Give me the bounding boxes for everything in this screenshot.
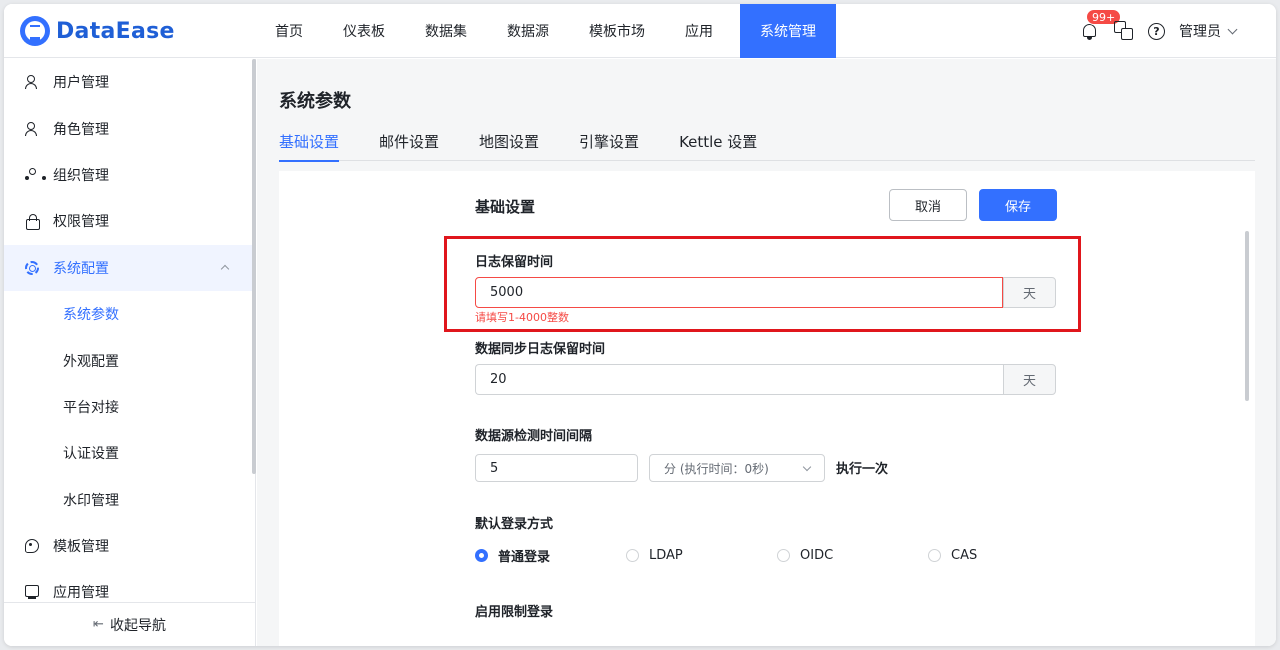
sidebar-item-label: 模板管理 xyxy=(53,539,109,556)
sidebar-item-role-management[interactable]: 角色管理 xyxy=(4,105,255,151)
save-button[interactable]: 保存 xyxy=(979,189,1057,221)
ds-check-unit-value: 分 (执行时间：0秒) xyxy=(664,461,769,476)
sidebar-item-permission-management[interactable]: 权限管理 xyxy=(4,198,255,244)
sidebar-item-platform-integration[interactable]: 平台对接 xyxy=(4,384,255,430)
radio-dot xyxy=(626,549,639,562)
section-title: 基础设置 xyxy=(475,198,536,216)
gear-icon xyxy=(25,260,39,275)
ds-check-interval-input[interactable]: 5 xyxy=(475,454,638,482)
collapse-nav-button[interactable]: ⇤ 收起导航 xyxy=(4,602,255,646)
sync-log-retention-unit: 天 xyxy=(1003,364,1056,395)
radio-cas[interactable]: CAS xyxy=(928,546,977,565)
tab-engine-settings[interactable]: 引擎设置 xyxy=(579,131,639,161)
sync-log-retention-label: 数据同步日志保留时间 xyxy=(475,342,606,357)
logo-icon xyxy=(20,16,50,46)
nav-template-market[interactable]: 模板市场 xyxy=(576,4,658,58)
logo-text: DataEase xyxy=(56,18,175,44)
translate-icon[interactable] xyxy=(1114,21,1134,41)
sync-log-retention-field: 20 天 xyxy=(475,364,1056,395)
card-scrollbar[interactable] xyxy=(1245,231,1249,401)
tab-map-settings[interactable]: 地图设置 xyxy=(479,131,539,161)
radio-normal-login[interactable]: 普通登录 xyxy=(475,546,626,565)
palette-icon xyxy=(25,539,39,554)
radio-label: LDAP xyxy=(649,548,683,563)
sidebar-item-auth-settings[interactable]: 认证设置 xyxy=(4,430,255,476)
ds-check-suffix-text: 执行一次 xyxy=(836,462,889,477)
top-header: DataEase 首页 仪表板 数据集 数据源 模板市场 应用 系统管理 99+… xyxy=(4,4,1276,58)
radio-label: CAS xyxy=(951,548,978,563)
sidebar-item-system-config[interactable]: 系统配置 xyxy=(4,244,255,291)
app-window: DataEase 首页 仪表板 数据集 数据源 模板市场 应用 系统管理 99+… xyxy=(4,4,1276,646)
sidebar-item-label: 应用管理 xyxy=(53,585,109,602)
sidebar-item-label: 用户管理 xyxy=(53,75,109,92)
user-icon xyxy=(25,75,39,90)
log-retention-label: 日志保留时间 xyxy=(475,255,554,270)
nav-dataset[interactable]: 数据集 xyxy=(412,4,480,58)
main-content: 系统参数 基础设置 邮件设置 地图设置 引擎设置 Kettle 设置 基础设置 … xyxy=(257,59,1276,646)
radio-label: 普通登录 xyxy=(498,550,551,565)
sidebar-item-template-management[interactable]: 模板管理 xyxy=(4,523,255,569)
settings-tabs: 基础设置 邮件设置 地图设置 引擎设置 Kettle 设置 xyxy=(279,131,1255,162)
org-icon xyxy=(25,167,46,182)
default-login-radio-group: 普通登录 LDAP OIDC CAS xyxy=(475,546,977,565)
cancel-button[interactable]: 取消 xyxy=(889,189,967,221)
sidebar-item-appearance[interactable]: 外观配置 xyxy=(4,337,255,383)
radio-oidc[interactable]: OIDC xyxy=(777,546,928,565)
log-retention-field: 5000 天 xyxy=(475,277,1056,308)
user-menu[interactable]: 管理员 xyxy=(1179,21,1221,41)
bell-icon[interactable]: 99+ xyxy=(1080,9,1122,41)
radio-ldap[interactable]: LDAP xyxy=(626,546,777,565)
sidebar-item-label: 角色管理 xyxy=(53,121,109,138)
top-nav: 首页 仪表板 数据集 数据源 模板市场 应用 系统管理 xyxy=(262,4,836,58)
role-icon xyxy=(25,121,39,136)
settings-card: 基础设置 取消 保存 日志保留时间 5000 天 请填写1-4000整数 数据同… xyxy=(279,171,1255,646)
chevron-down-icon[interactable] xyxy=(1227,24,1238,34)
nav-dashboard[interactable]: 仪表板 xyxy=(330,4,398,58)
page-title: 系统参数 xyxy=(279,91,351,112)
sidebar-item-org-management[interactable]: 组织管理 xyxy=(4,152,255,198)
sidebar-item-label: 系统配置 xyxy=(53,260,109,277)
sidebar-item-label: 权限管理 xyxy=(53,214,109,231)
tab-kettle-settings[interactable]: Kettle 设置 xyxy=(679,131,757,161)
ds-check-interval-label: 数据源检测时间间隔 xyxy=(475,429,593,444)
logo[interactable]: DataEase xyxy=(20,15,175,47)
radio-dot xyxy=(475,549,488,562)
collapse-nav-label: 收起导航 xyxy=(109,617,166,634)
sidebar-scrollbar[interactable] xyxy=(252,59,256,474)
tab-email-settings[interactable]: 邮件设置 xyxy=(379,131,439,161)
sync-log-retention-input[interactable]: 20 xyxy=(475,364,1003,395)
bell-body xyxy=(1083,24,1096,37)
default-login-label: 默认登录方式 xyxy=(475,517,554,532)
chevron-down-icon xyxy=(802,462,812,472)
tab-basic-settings[interactable]: 基础设置 xyxy=(279,131,340,162)
app-icon xyxy=(25,585,39,599)
header-actions: 99+ ? 管理员 xyxy=(1080,4,1238,58)
log-retention-input[interactable]: 5000 xyxy=(475,277,1003,308)
limit-login-label: 启用限制登录 xyxy=(475,605,554,620)
chevron-up-icon xyxy=(220,265,230,274)
sidebar-item-system-params[interactable]: 系统参数 xyxy=(4,291,255,337)
help-icon[interactable]: ? xyxy=(1148,22,1165,40)
nav-system-management[interactable]: 系统管理 xyxy=(740,4,836,58)
sidebar-item-user-management[interactable]: 用户管理 xyxy=(4,59,255,105)
sidebar: 用户管理 角色管理 组织管理 权限管理 系统配置 系统参数 外观配置 平台对接 … xyxy=(4,59,256,646)
radio-dot xyxy=(928,549,941,562)
nav-datasource[interactable]: 数据源 xyxy=(494,4,562,58)
radio-label: OIDC xyxy=(800,548,834,563)
bell-clapper xyxy=(1087,37,1092,40)
nav-apps[interactable]: 应用 xyxy=(672,4,726,58)
log-retention-error: 请填写1-4000整数 xyxy=(475,311,569,324)
lock-icon xyxy=(25,214,40,231)
translate-icon-front xyxy=(1121,28,1133,40)
collapse-icon: ⇤ xyxy=(93,617,104,632)
nav-home[interactable]: 首页 xyxy=(262,4,316,58)
sidebar-item-watermark[interactable]: 水印管理 xyxy=(4,477,255,523)
radio-dot xyxy=(777,549,790,562)
sidebar-item-label: 组织管理 xyxy=(53,167,109,184)
log-retention-unit: 天 xyxy=(1003,277,1056,308)
ds-check-unit-select[interactable]: 分 (执行时间：0秒) xyxy=(649,454,825,482)
